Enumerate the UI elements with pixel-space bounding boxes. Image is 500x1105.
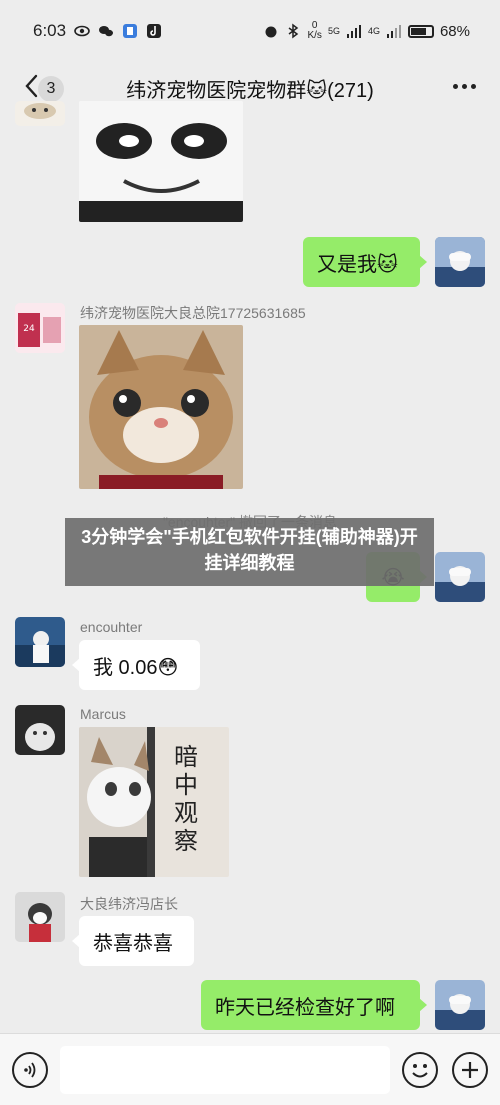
my-avatar[interactable] — [435, 980, 485, 1030]
my-avatar[interactable] — [435, 552, 485, 602]
chat-header: 3 纬济宠物医院宠物群🐱(271) — [0, 62, 500, 110]
message-input[interactable] — [60, 1046, 390, 1094]
sticker-image[interactable] — [79, 325, 243, 489]
battery-icon — [407, 24, 434, 38]
person-photo-icon — [15, 617, 65, 667]
emoji-button[interactable] — [402, 1052, 438, 1088]
sticker-caption: 暗中观察 — [174, 743, 198, 855]
panda-face-icon — [79, 101, 243, 222]
more-options-button[interactable] — [453, 84, 476, 89]
my-avatar[interactable] — [435, 237, 485, 287]
sender-name: Marcus — [80, 706, 126, 722]
avatar[interactable] — [15, 101, 65, 126]
app-icon — [123, 24, 138, 38]
avatar-encouhter[interactable] — [15, 617, 65, 667]
person-photo-icon — [435, 552, 485, 602]
alarm-icon — [265, 26, 277, 38]
peeking-cat-icon — [79, 727, 229, 877]
sticker-image[interactable] — [79, 101, 243, 222]
status-time: 6:03 — [33, 21, 67, 40]
wechat-icon — [99, 26, 114, 37]
eye-icon — [74, 25, 90, 37]
dot-icon — [471, 84, 476, 89]
bluetooth-icon — [289, 23, 299, 39]
dot-icon — [453, 84, 458, 89]
overlay-banner: 3分钟学会"手机红包软件开挂(辅助神器)开挂详细教程 — [65, 518, 434, 586]
net-speed: 0 K/s — [307, 20, 322, 41]
message-bubble-received[interactable]: 恭喜恭喜 — [72, 916, 194, 966]
signal-icon-2 — [386, 25, 401, 38]
cat-photo-icon — [15, 705, 65, 755]
sender-name: 大良纬济冯店长 — [80, 896, 178, 912]
sticker-image[interactable]: 暗中观察 — [79, 727, 229, 877]
message-bubble-sent[interactable]: 昨天已经检查好了啊 — [201, 980, 427, 1030]
avatar-marcus[interactable] — [15, 705, 65, 755]
signal-icon — [346, 25, 361, 38]
voice-button[interactable] — [12, 1052, 48, 1088]
message-bubble-received[interactable]: 我 0.06😳 — [72, 640, 200, 690]
person-photo-icon — [435, 980, 485, 1030]
person-photo-icon — [435, 237, 485, 287]
voice-icon — [24, 1062, 36, 1078]
hospital-logo-icon: 24 — [15, 303, 65, 353]
plus-icon — [462, 1062, 478, 1078]
cat-photo-icon — [15, 892, 65, 942]
dot-icon — [462, 84, 467, 89]
cat-face-icon — [79, 325, 243, 489]
tiktok-icon — [147, 24, 162, 38]
status-bar: 6:03 0 K/s 5G 4G 68% — [0, 0, 500, 62]
cow-icon — [24, 103, 56, 119]
svg-text:24: 24 — [23, 324, 35, 334]
sim2-label: 4G — [367, 26, 380, 36]
sender-name: 纬济宠物医院大良总院17725631685 — [80, 305, 306, 321]
chat-title: 纬济宠物医院宠物群🐱(271) — [126, 80, 374, 102]
avatar-store-manager[interactable] — [15, 892, 65, 942]
battery-percent: 68% — [439, 22, 470, 40]
sim1-label: 5G — [327, 26, 340, 36]
input-bar — [0, 1033, 500, 1105]
more-functions-button[interactable] — [452, 1052, 488, 1088]
sender-name: encouhter — [80, 619, 143, 635]
avatar-hospital[interactable]: 24 — [15, 303, 65, 353]
message-bubble-sent[interactable]: 又是我🐱 — [303, 237, 427, 287]
emoji-icon — [412, 1064, 428, 1078]
